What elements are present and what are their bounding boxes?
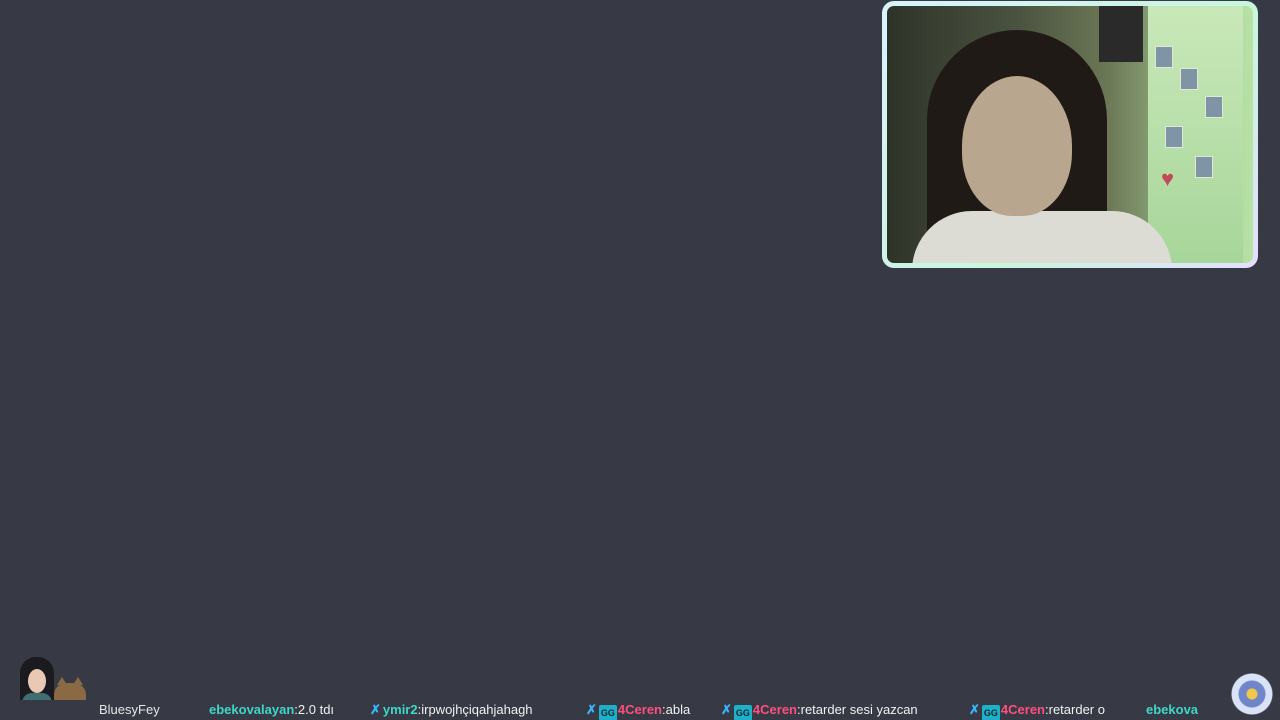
avatar-face [28, 669, 46, 693]
chat-message: ✗ ymir2:irpwojhçiqahjahagh [370, 702, 533, 718]
square-badge-icon: GG [733, 705, 752, 720]
wall-photo [1155, 46, 1173, 68]
chat-text: irpwojhçiqahjahagh [421, 702, 533, 717]
webcam-feed: ♥ [887, 6, 1253, 263]
chat-message: ebekova [1146, 702, 1198, 717]
square-badge-icon: GG [981, 705, 1000, 720]
stream-overlay: ♥ BluesyFey ebekovalayan:2.0 tdı ✗ ymir2:… [0, 0, 1280, 720]
chat-message: ✗ GG 4Ceren:abla [586, 702, 690, 720]
chat-text: abla [665, 702, 691, 717]
chat-message: ✗ GG 4Ceren:retarder sesi yazcan [721, 702, 918, 720]
wall-photo [1205, 96, 1223, 118]
chat-text: 2.0 tdı [297, 702, 335, 717]
wall-photo [1195, 156, 1213, 178]
sword-badge-icon: ✗ [969, 702, 980, 717]
background-door [1148, 6, 1243, 263]
sword-badge-icon: ✗ [586, 702, 597, 717]
chat-text: retarder sesi yazcan [800, 702, 918, 717]
webcam-frame: ♥ [882, 1, 1258, 268]
wall-photo [1180, 68, 1198, 90]
channel-name: BluesyFey [99, 702, 160, 717]
chat-username: ebekova [1146, 702, 1199, 717]
streamer-face [962, 76, 1072, 216]
wall-photo [1165, 126, 1183, 148]
square-badge-icon: GG [598, 705, 617, 720]
chat-text: retarder o [1048, 702, 1105, 717]
chat-username: 4Ceren [1000, 702, 1045, 717]
sword-badge-icon: ✗ [721, 702, 732, 717]
flower-logo-icon [1231, 673, 1273, 715]
chat-username: 4Ceren [752, 702, 797, 717]
chat-username: ymir2 [382, 702, 418, 717]
heart-icon: ♥ [1161, 166, 1175, 191]
streamer-shirt [912, 211, 1172, 263]
chat-username: ebekovalayan [209, 702, 295, 717]
chat-message: ebekovalayan:2.0 tdı [209, 702, 334, 717]
sword-badge-icon: ✗ [370, 702, 381, 717]
wall-poster [1099, 6, 1143, 62]
chat-username: 4Ceren [617, 702, 662, 717]
chat-message: ✗ GG 4Ceren:retarder o [969, 702, 1105, 720]
